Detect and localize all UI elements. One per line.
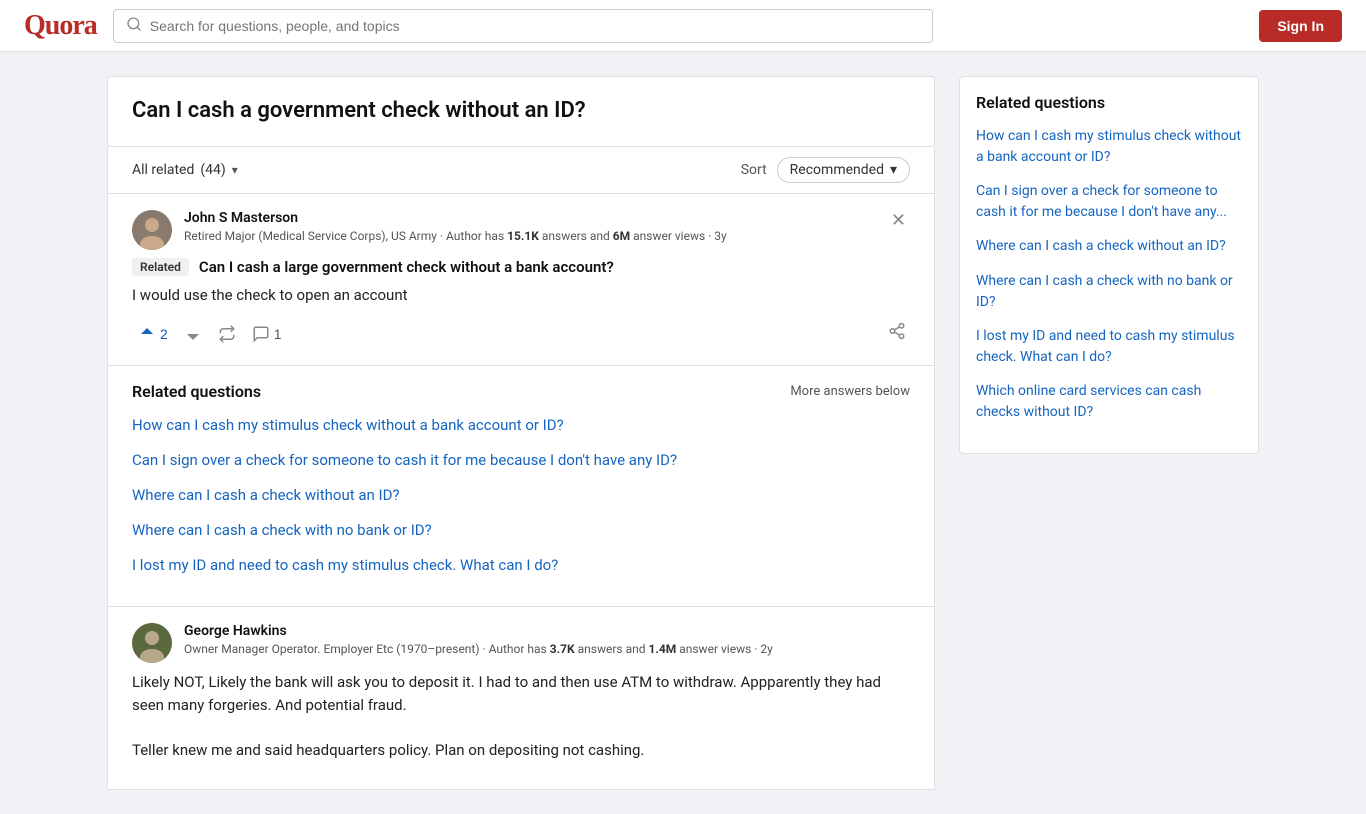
related-questions-list: How can I cash my stimulus check without… (132, 415, 910, 576)
author-bio-mid-2: answers and (575, 642, 649, 656)
list-item: I lost my ID and need to cash my stimulu… (132, 555, 910, 576)
related-questions-inline: Related questions More answers below How… (107, 366, 935, 607)
author-info: John S Masterson Retired Major (Medical … (132, 210, 727, 250)
author-answers-2: 3.7K (550, 642, 575, 656)
avatar (132, 210, 172, 250)
related-question-link[interactable]: Can I sign over a check for someone to c… (132, 451, 677, 469)
left-column: Can I cash a government check without an… (107, 76, 935, 790)
answer-card-george: George Hawkins Owner Manager Operator. E… (107, 607, 935, 790)
sidebar-card: Related questions How can I cash my stim… (959, 76, 1259, 454)
author-bio-2: Owner Manager Operator. Employer Etc (19… (184, 641, 773, 658)
search-icon (126, 16, 142, 36)
header: Quora Sign In (0, 0, 1366, 52)
comment-button[interactable]: 1 (246, 321, 288, 347)
right-sidebar: Related questions How can I cash my stim… (959, 76, 1259, 454)
list-item: Where can I cash a check with no bank or… (132, 520, 910, 541)
author-details: John S Masterson Retired Major (Medical … (184, 210, 727, 245)
question-card: Can I cash a government check without an… (107, 76, 935, 147)
sort-value: Recommended (790, 162, 884, 178)
author-bio-prefix-2: Owner Manager Operator. Employer Etc (19… (184, 642, 550, 656)
sidebar-question-link[interactable]: Can I sign over a check for someone to c… (976, 183, 1227, 220)
rq-header: Related questions More answers below (132, 382, 910, 401)
list-item: How can I cash my stimulus check without… (976, 126, 1242, 167)
answer-text-2: Likely NOT, Likely the bank will ask you… (132, 671, 910, 761)
rq-title: Related questions (132, 382, 261, 401)
all-related-filter[interactable]: All related (44) ▾ (132, 162, 238, 178)
list-item: Can I sign over a check for someone to c… (976, 181, 1242, 222)
author-bio-mid: answers and (539, 229, 613, 243)
sort-dropdown[interactable]: Recommended ▾ (777, 157, 910, 183)
sign-in-button[interactable]: Sign In (1259, 10, 1342, 42)
list-item: Where can I cash a check without an ID? (976, 236, 1242, 257)
sidebar-question-link[interactable]: Where can I cash a check without an ID? (976, 238, 1226, 254)
related-question-link[interactable]: I lost my ID and need to cash my stimulu… (132, 556, 558, 574)
list-item: Which online card services can cash chec… (976, 381, 1242, 422)
author-answers: 15.1K (507, 229, 539, 243)
author-name[interactable]: John S Masterson (184, 210, 727, 226)
list-item: Where can I cash a check without an ID? (132, 485, 910, 506)
author-bio: Retired Major (Medical Service Corps), U… (184, 228, 727, 245)
related-question-link[interactable]: How can I cash my stimulus check without… (132, 416, 564, 434)
share-button[interactable] (884, 318, 910, 349)
filter-bar: All related (44) ▾ Sort Recommended ▾ (107, 147, 935, 194)
time-ago: 3y (714, 229, 726, 243)
all-related-label: All related (132, 162, 194, 178)
sidebar-question-link[interactable]: Which online card services can cash chec… (976, 383, 1201, 420)
sidebar-title: Related questions (976, 93, 1242, 112)
sidebar-question-link[interactable]: How can I cash my stimulus check without… (976, 128, 1241, 165)
related-tag-row: Related Can I cash a large government ch… (132, 258, 910, 276)
author-views: 6M (613, 229, 630, 243)
sort-chevron-icon: ▾ (890, 162, 897, 178)
main-container: Can I cash a government check without an… (83, 52, 1283, 814)
comment-count: 1 (274, 326, 282, 342)
upvote-button[interactable]: 2 (132, 321, 174, 347)
quora-logo[interactable]: Quora (24, 10, 97, 42)
sidebar-question-link[interactable]: Where can I cash a check with no bank or… (976, 273, 1233, 310)
search-input[interactable] (150, 18, 920, 34)
sidebar-questions-list: How can I cash my stimulus check without… (976, 126, 1242, 423)
question-title: Can I cash a government check without an… (132, 97, 910, 126)
sort-area: Sort Recommended ▾ (741, 157, 910, 183)
chevron-down-icon: ▾ (232, 163, 238, 177)
sidebar-question-link[interactable]: I lost my ID and need to cash my stimulu… (976, 328, 1235, 365)
author-bio-prefix: Retired Major (Medical Service Corps), U… (184, 229, 507, 243)
sort-label: Sort (741, 162, 767, 178)
list-item: Where can I cash a check with no bank or… (976, 271, 1242, 312)
related-tag: Related (132, 258, 189, 276)
answer-header-2: George Hawkins Owner Manager Operator. E… (132, 623, 910, 663)
more-answers-below: More answers below (790, 384, 910, 399)
close-answer-button[interactable]: ✕ (887, 210, 910, 231)
answer-header: John S Masterson Retired Major (Medical … (132, 210, 910, 250)
repost-button[interactable] (212, 321, 242, 347)
upvote-count: 2 (160, 326, 168, 342)
author-bio-suffix-2: answer views · (676, 642, 757, 656)
list-item: I lost my ID and need to cash my stimulu… (976, 326, 1242, 367)
author-name-2[interactable]: George Hawkins (184, 623, 773, 639)
author-details-2: George Hawkins Owner Manager Operator. E… (184, 623, 773, 658)
related-question-link[interactable]: Where can I cash a check without an ID? (132, 486, 400, 504)
vote-row: 2 1 (132, 318, 910, 349)
answer-card-john: John S Masterson Retired Major (Medical … (107, 194, 935, 367)
list-item: How can I cash my stimulus check without… (132, 415, 910, 436)
avatar-george (132, 623, 172, 663)
search-bar (113, 9, 933, 43)
related-question-link[interactable]: Where can I cash a check with no bank or… (132, 521, 432, 539)
author-views-2: 1.4M (648, 642, 676, 656)
all-related-count: (44) (200, 162, 225, 178)
time-ago-2: 2y (760, 642, 772, 656)
author-info-2: George Hawkins Owner Manager Operator. E… (132, 623, 773, 663)
answer-text: I would use the check to open an account (132, 284, 910, 307)
downvote-button[interactable] (178, 321, 208, 347)
list-item: Can I sign over a check for someone to c… (132, 450, 910, 471)
author-bio-suffix: answer views · (630, 229, 711, 243)
related-question-link[interactable]: Can I cash a large government check with… (199, 258, 614, 276)
